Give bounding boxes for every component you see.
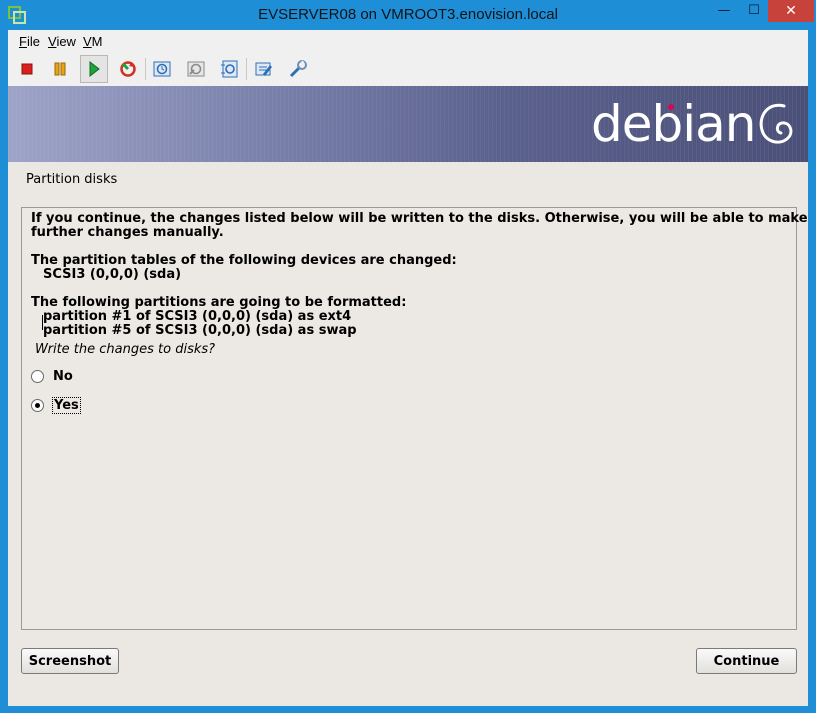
format-item-1: partition #1 of SCSI3 (0,0,0) (sda) as e… xyxy=(43,309,352,324)
intro-text-line-1: If you continue, the changes listed belo… xyxy=(31,211,808,226)
reset-icon xyxy=(120,61,136,77)
partition-summary-panel: If you continue, the changes listed belo… xyxy=(21,207,808,630)
maximize-button[interactable]: ☐ xyxy=(740,0,768,22)
stop-button[interactable] xyxy=(13,55,41,83)
debian-banner: debian xyxy=(8,86,808,162)
revert-snapshot-button[interactable] xyxy=(182,55,210,83)
snapshot-button[interactable] xyxy=(148,55,176,83)
section-title: Partition disks xyxy=(26,172,118,187)
vm-display[interactable]: debian Partition disks If you continue, … xyxy=(8,86,808,706)
menu-bar: File View VM xyxy=(8,30,808,52)
menu-vm[interactable]: VM xyxy=(83,34,103,49)
window-title: EVSERVER08 on VMROOT3.enovision.local xyxy=(258,6,558,23)
toolbar-separator xyxy=(246,58,247,80)
toolbar xyxy=(8,52,808,86)
changed-device: SCSI3 (0,0,0) (sda) xyxy=(43,267,182,282)
start-icon xyxy=(89,61,100,77)
option-no-label: No xyxy=(53,369,73,384)
start-button[interactable] xyxy=(80,55,108,83)
radio-no[interactable] xyxy=(31,370,44,383)
intro-text-line-2: further changes manually. xyxy=(31,225,224,240)
menu-view[interactable]: View xyxy=(48,34,76,49)
text-cursor xyxy=(42,315,46,330)
option-no[interactable]: No xyxy=(31,369,74,384)
snapshot-icon xyxy=(153,61,171,77)
menu-file[interactable]: File xyxy=(19,34,40,49)
radio-yes[interactable] xyxy=(31,399,44,412)
toolbar-separator xyxy=(145,58,146,80)
manage-snapshots-icon xyxy=(221,60,238,78)
stop-icon xyxy=(21,63,33,75)
write-question: Write the changes to disks? xyxy=(35,342,216,357)
revert-snapshot-icon xyxy=(187,61,205,77)
tools-icon xyxy=(289,60,307,78)
console-window: File View VM debian Partition disks If y… xyxy=(8,30,808,706)
format-item-2: partition #5 of SCSI3 (0,0,0) (sda) as s… xyxy=(43,323,357,338)
close-button[interactable]: ✕ xyxy=(768,0,814,22)
tools-button[interactable] xyxy=(284,55,312,83)
title-bar: EVSERVER08 on VMROOT3.enovision.local — … xyxy=(0,0,816,30)
option-yes-label: Yes xyxy=(52,397,81,414)
screenshot-button[interactable]: Screenshot xyxy=(21,648,119,674)
settings-icon xyxy=(255,62,272,76)
debian-logo-dot xyxy=(668,104,674,110)
continue-button[interactable]: Continue xyxy=(696,648,797,674)
pause-button[interactable] xyxy=(46,55,74,83)
format-header: The following partitions are going to be… xyxy=(31,295,407,310)
pause-icon xyxy=(54,62,66,76)
settings-button[interactable] xyxy=(250,55,278,83)
debian-swirl-icon xyxy=(759,103,793,144)
manage-snapshots-button[interactable] xyxy=(216,55,244,83)
debian-logo-text: debian xyxy=(591,95,756,153)
reset-button[interactable] xyxy=(114,55,142,83)
option-yes[interactable]: Yes xyxy=(31,397,81,414)
minimize-button[interactable]: — xyxy=(710,0,738,22)
partition-tables-header: The partition tables of the following de… xyxy=(31,253,457,268)
